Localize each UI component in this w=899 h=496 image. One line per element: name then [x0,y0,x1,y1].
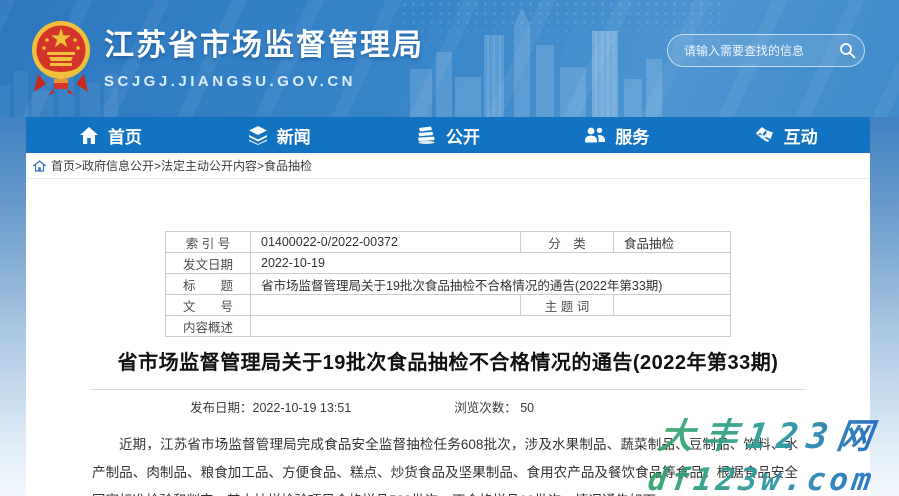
service-icon [584,126,606,145]
meta-label-index: 索 引 号 [166,232,251,253]
meta-label-summary: 内容概述 [166,316,251,337]
nav-label: 新闻 [277,123,311,148]
table-row: 标 题 省市场监督管理局关于19批次食品抽检不合格情况的通告(2022年第33期… [166,274,731,295]
home-icon [79,126,99,145]
national-emblem-logo [30,16,92,96]
city-skyline-decoration [410,7,670,117]
nav-item-news[interactable]: 新闻 [195,117,364,153]
meta-value-category: 食品抽检 [614,232,731,253]
search-box[interactable] [667,34,865,67]
nav-label: 公开 [446,123,480,148]
publish-date-value: 2022-10-19 13:51 [253,401,352,415]
site-title: 江苏省市场监督管理局 [104,20,424,64]
nav-item-home[interactable]: 首页 [26,117,195,153]
breadcrumb-text: 首页>政府信息公开>法定主动公开内容>食品抽检 [51,157,312,174]
meta-value-doc-number [251,295,521,316]
nav-label: 互动 [784,123,818,148]
table-row: 发文日期 2022-10-19 [166,253,731,274]
nav-label: 服务 [615,123,649,148]
meta-label-subject: 主 题 词 [521,295,614,316]
breadcrumb[interactable]: 首页>政府信息公开>法定主动公开内容>食品抽检 [26,153,870,179]
search-input[interactable] [684,44,839,58]
disclosure-icon [416,125,437,145]
publish-date-label: 发布日期： [190,401,253,415]
meta-label-title: 标 题 [166,274,251,295]
document-meta-table: 索 引 号 01400022-0/2022-00372 分 类 食品抽检 发文日… [165,231,731,337]
meta-label-issue-date: 发文日期 [166,253,251,274]
meta-value-title: 省市场监督管理局关于19批次食品抽检不合格情况的通告(2022年第33期) [251,274,731,295]
nav-item-service[interactable]: 服务 [532,117,701,153]
main-nav: 首页 新闻 公开 服务 [26,117,870,153]
article-title: 省市场监督管理局关于19批次食品抽检不合格情况的通告(2022年第33期) [26,346,870,375]
brand-text: 江苏省市场监督管理局 SCJGJ.JIANGSU.GOV.CN [104,16,424,90]
site-url: SCJGJ.JIANGSU.GOV.CN [104,73,424,90]
meta-value-issue-date: 2022-10-19 [251,253,731,274]
brand-block: 江苏省市场监督管理局 SCJGJ.JIANGSU.GOV.CN [30,16,424,96]
meta-value-summary [251,316,731,337]
content-panel: 首页>政府信息公开>法定主动公开内容>食品抽检 索 引 号 01400022-0… [26,153,870,496]
nav-item-disclosure[interactable]: 公开 [364,117,533,153]
nav-label: 首页 [108,123,142,148]
nav-item-interact[interactable]: 互动 [701,117,870,153]
breadcrumb-home-icon [33,160,46,172]
meta-value-subject [614,295,731,316]
meta-value-index: 01400022-0/2022-00372 [251,232,521,253]
search-icon [839,42,856,59]
views-label: 浏览次数： [454,401,517,415]
article-meta: 发布日期：2022-10-19 13:51 浏览次数： 50 [190,397,870,416]
interact-icon [754,125,775,145]
search-button[interactable] [839,42,856,59]
site-header: 江苏省市场监督管理局 SCJGJ.JIANGSU.GOV.CN [0,0,899,117]
publish-date-group: 发布日期：2022-10-19 13:51 [190,397,351,416]
title-divider [90,389,806,390]
table-row: 索 引 号 01400022-0/2022-00372 分 类 食品抽检 [166,232,731,253]
page: 江苏省市场监督管理局 SCJGJ.JIANGSU.GOV.CN 首页 [0,0,899,496]
views-group: 浏览次数： 50 [454,397,534,416]
views-value: 50 [520,401,534,415]
table-row: 内容概述 [166,316,731,337]
meta-label-doc-number: 文 号 [166,295,251,316]
article-body-paragraph: 近期，江苏省市场监督管理局完成食品安全监督抽检任务608批次，涉及水果制品、蔬菜… [26,431,870,496]
table-row: 文 号 主 题 词 [166,295,731,316]
meta-label-category: 分 类 [521,232,614,253]
news-icon [248,125,268,145]
